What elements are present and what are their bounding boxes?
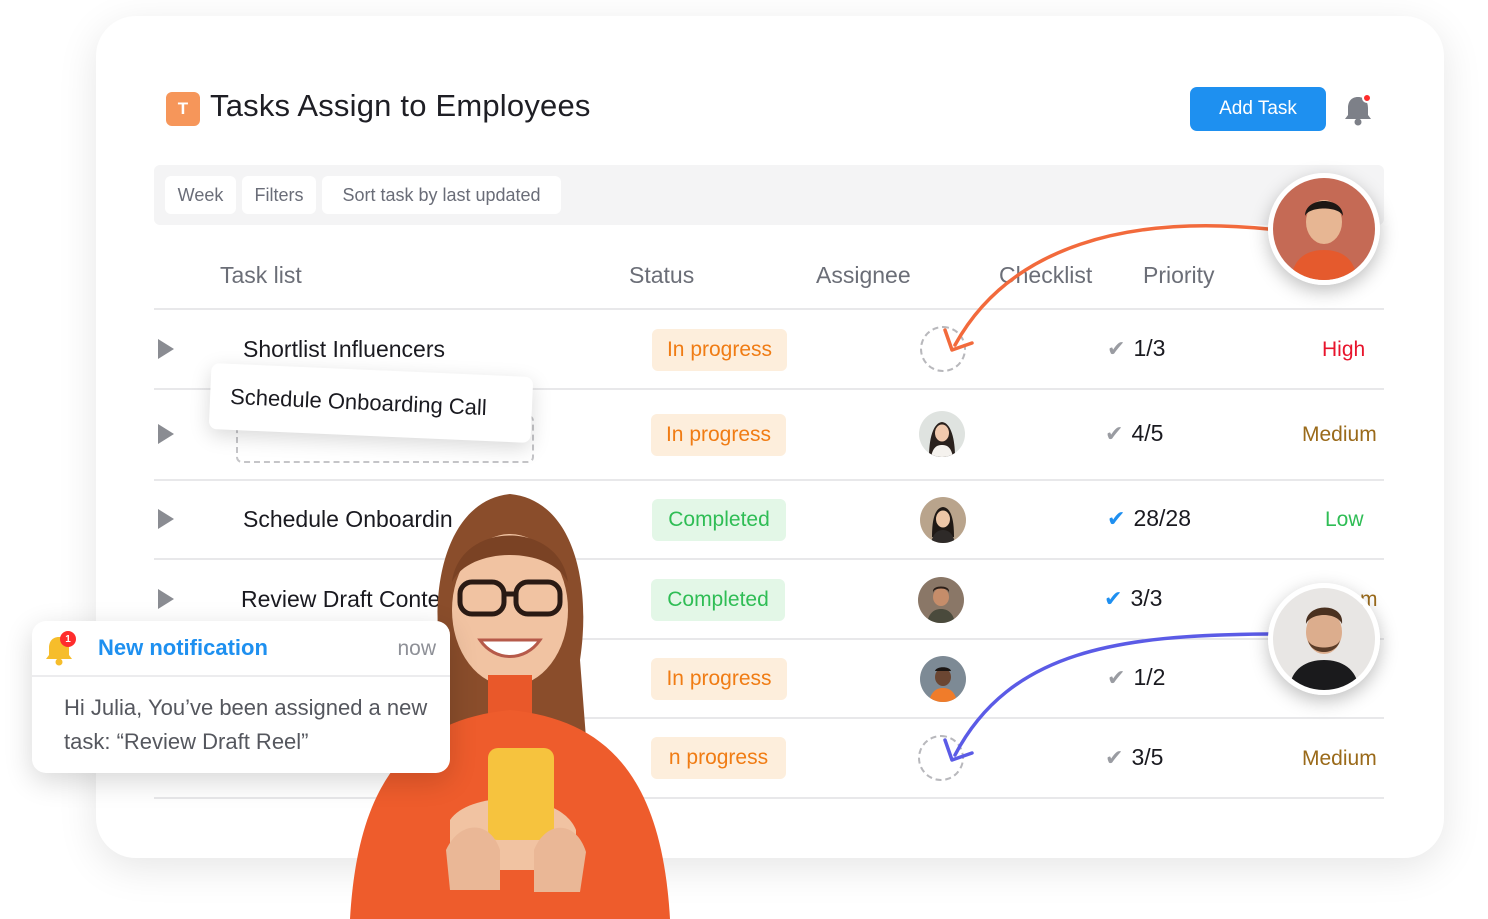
checklist-progress: ✔ 3/5 — [1105, 744, 1163, 771]
assignee-avatar[interactable] — [919, 411, 965, 457]
divider — [154, 308, 1384, 310]
dragged-task-card[interactable]: Schedule Onboarding Call — [208, 363, 534, 443]
task-name[interactable]: Shortlist Influencers — [243, 336, 445, 363]
avatar-man-2-icon — [920, 656, 966, 702]
expand-arrow-icon[interactable] — [158, 589, 174, 609]
avatar-woman-2-icon — [920, 497, 966, 543]
dragged-task-label: Schedule Onboarding Call — [229, 383, 488, 421]
check-icon: ✔ — [1105, 744, 1124, 770]
checklist-progress: ✔ 1/3 — [1107, 335, 1165, 362]
check-icon: ✔ — [1107, 335, 1126, 361]
notification-dot — [1362, 93, 1372, 103]
priority-label: Medium — [1302, 747, 1377, 770]
expand-arrow-icon[interactable] — [158, 509, 174, 529]
divider — [154, 797, 1384, 799]
assignee-avatar[interactable] — [918, 577, 964, 623]
column-header-priority[interactable]: Priority — [1143, 262, 1215, 289]
checklist-progress: ✔ 1/2 — [1107, 664, 1165, 691]
floating-avatar-purple — [1268, 583, 1380, 695]
checklist-count: 3/5 — [1131, 744, 1164, 770]
notification-count-badge: 1 — [60, 631, 76, 647]
checklist-count: 1/3 — [1133, 335, 1166, 361]
check-icon: ✔ — [1105, 420, 1124, 446]
filters-chip[interactable]: Filters — [242, 176, 316, 214]
sort-chip[interactable]: Sort task by last updated — [322, 176, 561, 214]
floating-avatar-orange — [1268, 173, 1380, 285]
column-header-task-list[interactable]: Task list — [220, 262, 302, 289]
expand-arrow-icon[interactable] — [158, 424, 174, 444]
week-filter-chip[interactable]: Week — [165, 176, 236, 214]
page-title: Tasks Assign to Employees — [210, 88, 591, 123]
divider — [154, 558, 1384, 560]
check-icon: ✔ — [1104, 585, 1123, 611]
checklist-progress: ✔ 28/28 — [1107, 505, 1191, 532]
status-badge[interactable]: In progress — [652, 329, 787, 371]
status-badge[interactable]: In progress — [651, 414, 786, 456]
expand-arrow-icon[interactable] — [158, 339, 174, 359]
add-task-button[interactable]: Add Task — [1190, 87, 1326, 131]
column-header-status[interactable]: Status — [629, 262, 694, 289]
avatar-asian-man-icon — [1273, 178, 1375, 280]
assignee-avatar[interactable] — [920, 656, 966, 702]
checklist-progress: ✔ 4/5 — [1105, 420, 1163, 447]
app-logo: T — [166, 92, 200, 126]
checklist-progress: ✔ 3/3 — [1104, 585, 1162, 612]
avatar-man-1-icon — [918, 577, 964, 623]
priority-label: Low — [1325, 508, 1364, 531]
column-header-assignee[interactable]: Assignee — [816, 262, 911, 289]
empty-assignee-slot[interactable] — [918, 735, 964, 781]
checklist-count: 1/2 — [1133, 664, 1166, 690]
notification-title: New notification — [98, 635, 268, 660]
notification-time: now — [397, 637, 436, 660]
priority-label: High — [1322, 338, 1366, 361]
assignee-avatar[interactable] — [920, 497, 966, 543]
avatar-woman-1-icon — [919, 411, 965, 457]
stage: T Tasks Assign to Employees Add Task Wee… — [0, 0, 1488, 919]
empty-assignee-slot[interactable] — [920, 326, 966, 372]
checklist-count: 4/5 — [1131, 420, 1164, 446]
divider — [154, 479, 1384, 481]
column-header-checklist[interactable]: Checklist — [999, 262, 1092, 289]
checklist-count: 28/28 — [1133, 505, 1191, 531]
priority-label: Medium — [1302, 423, 1377, 446]
check-icon: ✔ — [1107, 505, 1126, 531]
checklist-count: 3/3 — [1130, 585, 1163, 611]
check-icon: ✔ — [1107, 664, 1126, 690]
notification-header: 1 New notification now — [32, 621, 450, 677]
notification-popup[interactable]: 1 New notification now Hi Julia, You’ve … — [32, 621, 450, 773]
notification-message: Hi Julia, You’ve been assigned a new tas… — [64, 695, 428, 754]
avatar-bearded-man-icon — [1273, 588, 1375, 690]
